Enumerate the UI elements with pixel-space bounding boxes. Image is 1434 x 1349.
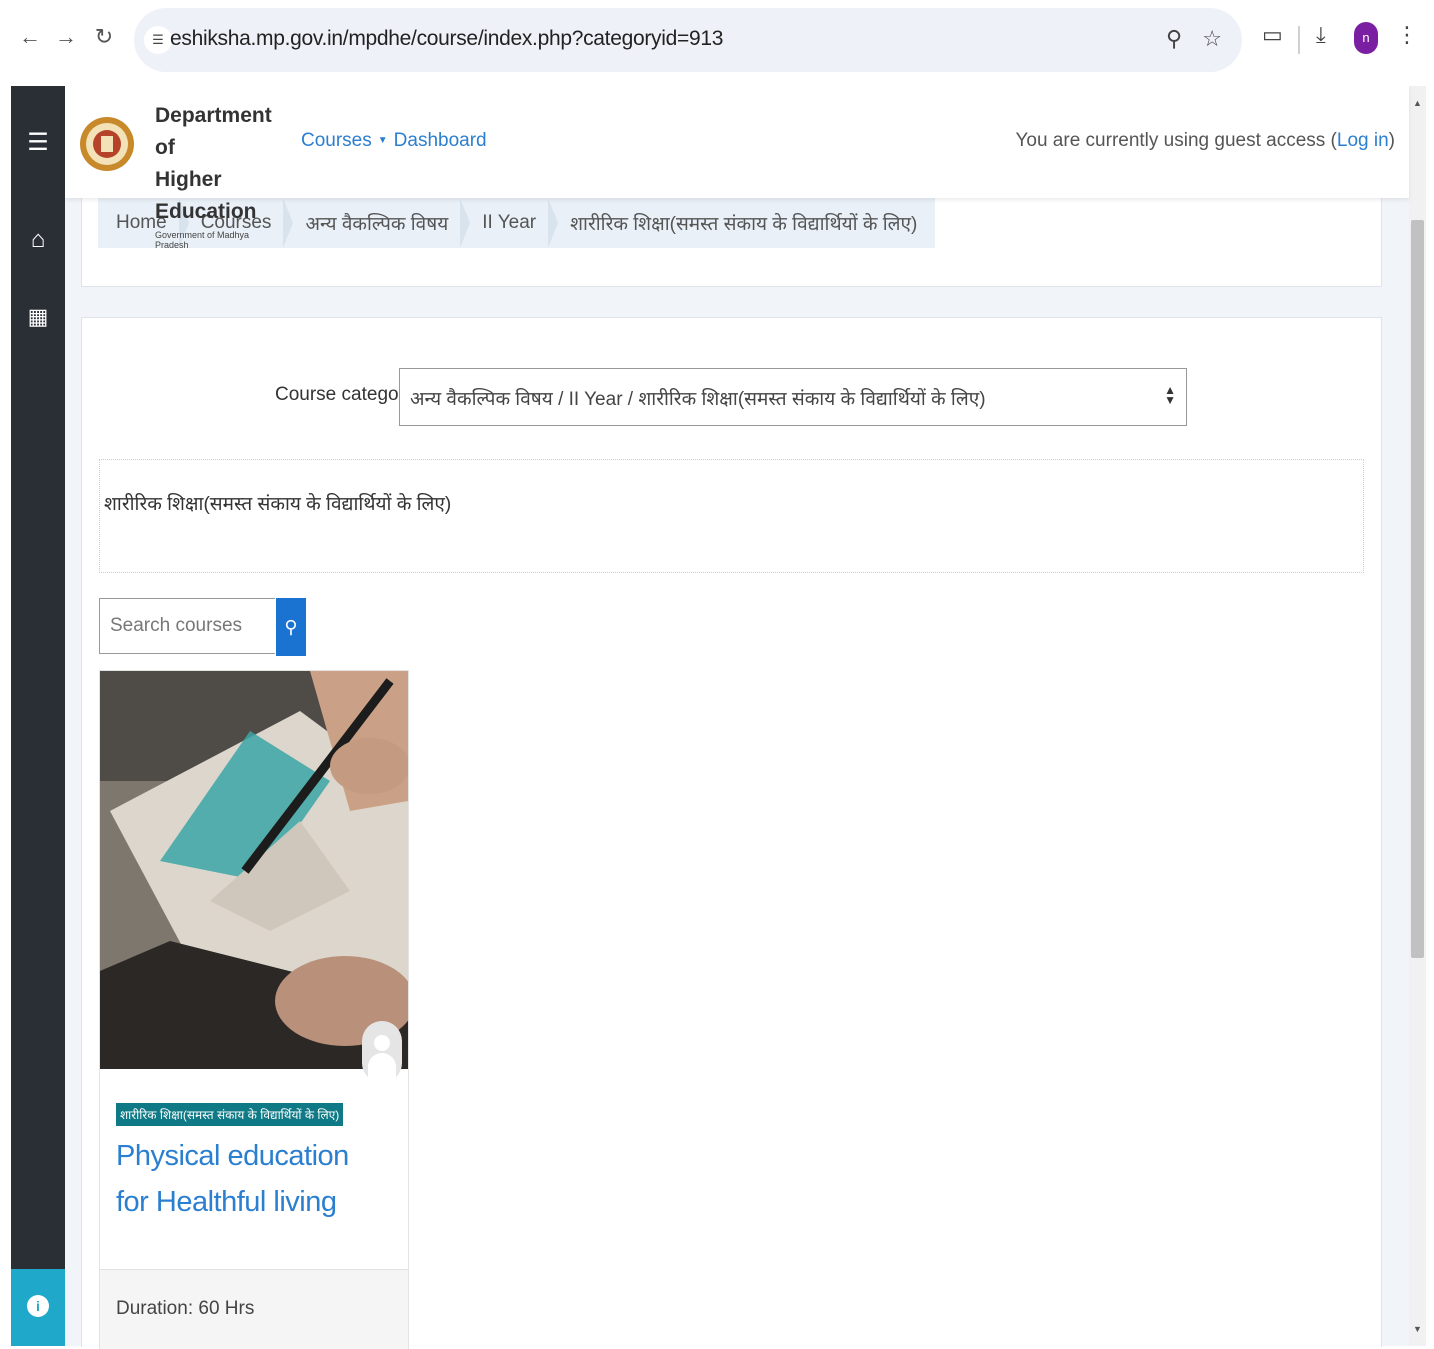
scroll-down-icon[interactable]: ▼ bbox=[1409, 1324, 1426, 1334]
course-category-select[interactable]: अन्य वैकल्पिक विषय / II Year / शारीरिक श… bbox=[399, 368, 1187, 426]
category-description: शारीरिक शिक्षा(समस्त संकाय के विद्यार्थि… bbox=[99, 459, 1364, 573]
breadcrumb-other-subjects[interactable]: अन्य वैकल्पिक विषय bbox=[305, 210, 448, 236]
calendar-icon[interactable]: ▦ bbox=[11, 304, 65, 330]
profile-avatar[interactable]: n bbox=[1354, 22, 1378, 54]
selected-category[interactable]: अन्य वैकल्पिक विषय / II Year / शारीरिक श… bbox=[410, 385, 986, 411]
guest-close-paren: ) bbox=[1388, 130, 1395, 151]
download-icon[interactable]: ⤓ bbox=[1316, 22, 1326, 48]
browser-toolbar: ← → ↻ ☰ eshiksha.mp.gov.in/mpdhe/course/… bbox=[0, 0, 1434, 84]
search-button[interactable]: ⚲ bbox=[276, 598, 306, 656]
zoom-icon[interactable]: ⚲ bbox=[1166, 26, 1182, 51]
user-placeholder-icon bbox=[374, 1035, 390, 1051]
brand-line-1: Department of bbox=[155, 104, 272, 159]
breadcrumb-separator bbox=[460, 198, 471, 248]
nav-dashboard[interactable]: Dashboard bbox=[394, 130, 487, 151]
mp-emblem-logo[interactable] bbox=[79, 90, 135, 194]
login-link[interactable]: Log in bbox=[1337, 130, 1389, 151]
url-actions: ⚲ ☆ bbox=[1166, 26, 1222, 52]
category-description-text: शारीरिक शिक्षा(समस्त संकाय के विद्यार्थि… bbox=[104, 494, 452, 515]
search-courses-input[interactable] bbox=[99, 598, 275, 654]
forward-arrow-icon[interactable]: → bbox=[52, 24, 80, 50]
painting-hand-illustration bbox=[100, 671, 408, 1069]
address-bar[interactable]: ☰ eshiksha.mp.gov.in/mpdhe/course/index.… bbox=[134, 8, 1242, 72]
breadcrumb-year[interactable]: II Year bbox=[482, 212, 536, 234]
brand-line-2: Higher Education bbox=[155, 168, 257, 223]
left-drawer: ☰ ⌂ ▦ i bbox=[11, 86, 65, 1346]
site-brand[interactable]: Department of Higher Education Governmen… bbox=[145, 100, 285, 250]
primary-nav: Courses ▼ Dashboard bbox=[301, 130, 487, 152]
course-title-link[interactable]: Physical education for Healthful living bbox=[116, 1133, 366, 1225]
bookmark-star-icon[interactable]: ☆ bbox=[1202, 26, 1222, 51]
back-arrow-icon[interactable]: ← bbox=[16, 24, 44, 50]
guest-text: You are currently using guest access ( bbox=[1015, 130, 1337, 151]
hamburger-menu-icon[interactable]: ☰ bbox=[11, 128, 65, 157]
reload-icon[interactable]: ↻ bbox=[90, 24, 118, 50]
home-icon[interactable]: ⌂ bbox=[11, 226, 65, 254]
scroll-up-icon[interactable]: ▲ bbox=[1409, 98, 1426, 108]
course-image[interactable] bbox=[100, 671, 408, 1069]
scrollbar-thumb[interactable] bbox=[1411, 220, 1424, 958]
site-settings-icon[interactable]: ☰ bbox=[144, 26, 172, 54]
guest-access-notice: You are currently using guest access (Lo… bbox=[1015, 130, 1395, 152]
select-arrows-icon: ▲ ▼ bbox=[1164, 383, 1176, 407]
breadcrumb-separator bbox=[548, 198, 559, 248]
site-navbar: Department of Higher Education Governmen… bbox=[65, 86, 1409, 250]
search-icon: ⚲ bbox=[284, 616, 298, 637]
user-placeholder-body bbox=[368, 1053, 396, 1083]
course-card-footer: Duration: 60 Hrs bbox=[100, 1269, 408, 1349]
accessibility-icon: i bbox=[27, 1295, 49, 1317]
url-text[interactable]: eshiksha.mp.gov.in/mpdhe/course/index.ph… bbox=[170, 27, 723, 51]
page-scrollbar[interactable]: ▲ ▼ bbox=[1409, 86, 1426, 1346]
category-main-card: Course categories: अन्य वैकल्पिक विषय / … bbox=[81, 317, 1382, 1349]
breadcrumb-current: शारीरिक शिक्षा(समस्त संकाय के विद्यार्थि… bbox=[570, 214, 918, 235]
nav-courses[interactable]: Courses bbox=[301, 130, 372, 151]
course-duration: Duration: 60 Hrs bbox=[116, 1298, 255, 1319]
chevron-down-icon[interactable]: ▼ bbox=[378, 135, 388, 146]
toolbar-divider bbox=[1298, 26, 1300, 54]
more-menu-icon[interactable]: ⋮ bbox=[1396, 22, 1418, 48]
extensions-icon[interactable]: ▭ bbox=[1262, 22, 1283, 48]
brand-line-3: Government of Madhya Pradesh bbox=[155, 230, 250, 250]
course-card[interactable]: शारीरिक शिक्षा(समस्त संकाय के विद्यार्थि… bbox=[99, 670, 409, 1349]
course-category-badge[interactable]: शारीरिक शिक्षा(समस्त संकाय के विद्यार्थि… bbox=[116, 1103, 344, 1126]
teacher-avatar[interactable] bbox=[362, 1021, 402, 1083]
accessibility-button[interactable]: i bbox=[11, 1269, 65, 1346]
